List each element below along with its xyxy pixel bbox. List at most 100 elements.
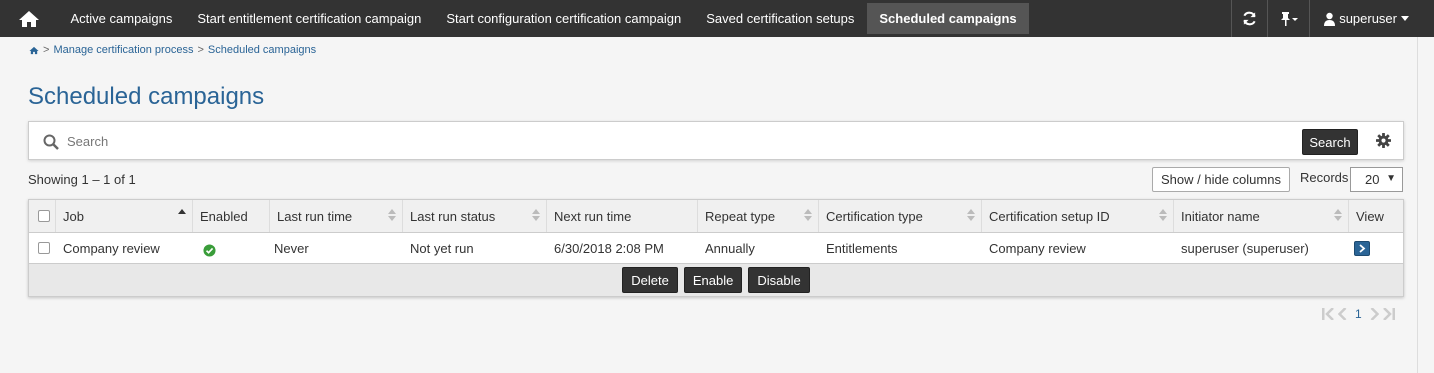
pagination: 1 (1322, 307, 1395, 321)
enable-button[interactable]: Enable (683, 267, 743, 293)
previous-page-icon[interactable] (1338, 308, 1347, 320)
caret-down-icon: ▼ (1386, 173, 1396, 184)
column-label: Last run time (277, 208, 353, 224)
sort-icon (804, 209, 812, 221)
column-header-repeat-type[interactable]: Repeat type (698, 200, 819, 232)
sort-icon (388, 209, 396, 221)
sort-icon (1334, 209, 1342, 221)
column-header-job[interactable]: Job (56, 200, 193, 232)
show-hide-columns-button[interactable]: Show / hide columns (1152, 167, 1290, 192)
last-page-icon[interactable] (1382, 308, 1395, 320)
column-label: Certification type (826, 208, 923, 224)
column-label: Last run status (410, 208, 496, 224)
column-header-enabled[interactable]: Enabled (193, 200, 270, 232)
column-header-initiator-name[interactable]: Initiator name (1174, 200, 1349, 232)
sort-icon (967, 209, 975, 221)
breadcrumb-separator: > (197, 44, 204, 56)
column-header-last-run-time[interactable]: Last run time (270, 200, 403, 232)
pin-icon (1280, 11, 1298, 26)
column-header-certification-setup-id[interactable]: Certification setup ID (982, 200, 1174, 232)
caret-down-icon (1291, 17, 1298, 21)
user-menu[interactable]: superuser (1309, 0, 1434, 37)
sort-ascending-icon (178, 209, 186, 221)
column-header-view: View (1349, 200, 1403, 232)
repeat-type: Annually (705, 240, 755, 256)
refresh-button[interactable] (1231, 0, 1267, 37)
nav-start-configuration-certification[interactable]: Start configuration certification campai… (434, 0, 694, 37)
gear-icon[interactable] (1376, 133, 1391, 148)
cell-last-run-time: Never (270, 233, 403, 263)
page-title: Scheduled campaigns (28, 83, 265, 110)
breadcrumb: > Manage certification process > Schedul… (29, 44, 316, 56)
search-input[interactable] (67, 130, 1267, 152)
cell-initiator-name: superuser (superuser) (1174, 233, 1349, 263)
search-bar: Search (28, 121, 1404, 160)
column-label: Next run time (554, 208, 632, 224)
cell-repeat-type: Annually (698, 233, 819, 263)
column-header-certification-type[interactable]: Certification type (819, 200, 982, 232)
scheduled-campaigns-table: Job Enabled Last run time Last run statu… (28, 199, 1404, 297)
column-label: Repeat type (705, 208, 776, 224)
cell-certification-type: Entitlements (819, 233, 982, 263)
table-row[interactable]: Company review Never Not yet run 6/30/20… (29, 233, 1403, 263)
caret-down-icon (1401, 16, 1409, 21)
breadcrumb-link-manage-certification[interactable]: Manage certification process (53, 44, 193, 56)
view-details-icon[interactable] (1354, 240, 1370, 256)
select-all-cell (29, 200, 56, 232)
user-name: superuser (1339, 11, 1397, 26)
records-select[interactable]: 20 ▼ (1350, 167, 1403, 192)
column-header-last-run-status[interactable]: Last run status (403, 200, 547, 232)
home-button[interactable] (0, 0, 58, 37)
column-label: View (1356, 208, 1384, 224)
row-select-cell (29, 233, 56, 263)
delete-button[interactable]: Delete (622, 267, 678, 293)
records-value: 20 (1365, 172, 1380, 187)
last-run-time: Never (274, 240, 309, 256)
next-page-icon[interactable] (1370, 308, 1379, 320)
certification-setup-id: Company review (989, 240, 1086, 256)
cell-next-run-time: 6/30/2018 2:08 PM (547, 233, 698, 263)
breadcrumb-separator: > (43, 44, 50, 56)
column-label: Certification setup ID (989, 208, 1110, 224)
job-name: Company review (63, 240, 160, 256)
column-label: Initiator name (1181, 208, 1260, 224)
nav-active-campaigns[interactable]: Active campaigns (58, 0, 185, 37)
certification-type: Entitlements (826, 240, 898, 256)
sort-icon (532, 209, 540, 221)
breadcrumb-current: Scheduled campaigns (207, 44, 317, 56)
result-count: Showing 1 – 1 of 1 (28, 172, 136, 187)
cell-enabled (193, 233, 270, 263)
current-page-number: 1 (1355, 307, 1362, 321)
cell-certification-setup-id: Company review (982, 233, 1174, 263)
row-checkbox[interactable] (38, 242, 50, 254)
column-label: Job (63, 208, 84, 224)
cell-view (1349, 233, 1403, 263)
nav-scheduled-campaigns[interactable]: Scheduled campaigns (866, 3, 1030, 34)
sort-icon (1159, 209, 1167, 221)
nav-start-entitlement-certification[interactable]: Start entitlement certification campaign (185, 0, 434, 37)
home-icon[interactable] (29, 46, 39, 55)
enabled-check-icon (203, 243, 216, 257)
cell-last-run-status: Not yet run (403, 233, 547, 263)
search-icon (43, 134, 59, 150)
search-button[interactable]: Search (1302, 129, 1358, 155)
user-icon (1324, 12, 1336, 26)
column-label: Enabled (200, 208, 248, 224)
initiator-name: superuser (superuser) (1181, 240, 1309, 256)
refresh-icon (1243, 11, 1256, 26)
scrollbar-track[interactable] (1417, 37, 1434, 373)
home-icon (19, 10, 39, 27)
table-actions: Delete Enable Disable (29, 263, 1403, 296)
table-header: Job Enabled Last run time Last run statu… (29, 200, 1403, 233)
last-run-status: Not yet run (410, 240, 474, 256)
disable-button[interactable]: Disable (748, 267, 810, 293)
top-navigation: Active campaigns Start entitlement certi… (0, 0, 1434, 37)
pin-menu-button[interactable] (1267, 0, 1309, 37)
first-page-icon[interactable] (1322, 308, 1335, 320)
records-label: Records (1300, 170, 1349, 185)
nav-saved-certification-setups[interactable]: Saved certification setups (694, 0, 867, 37)
cell-job: Company review (56, 233, 193, 263)
column-header-next-run-time[interactable]: Next run time (547, 200, 698, 232)
next-run-time: 6/30/2018 2:08 PM (554, 240, 664, 256)
select-all-checkbox[interactable] (38, 210, 50, 222)
